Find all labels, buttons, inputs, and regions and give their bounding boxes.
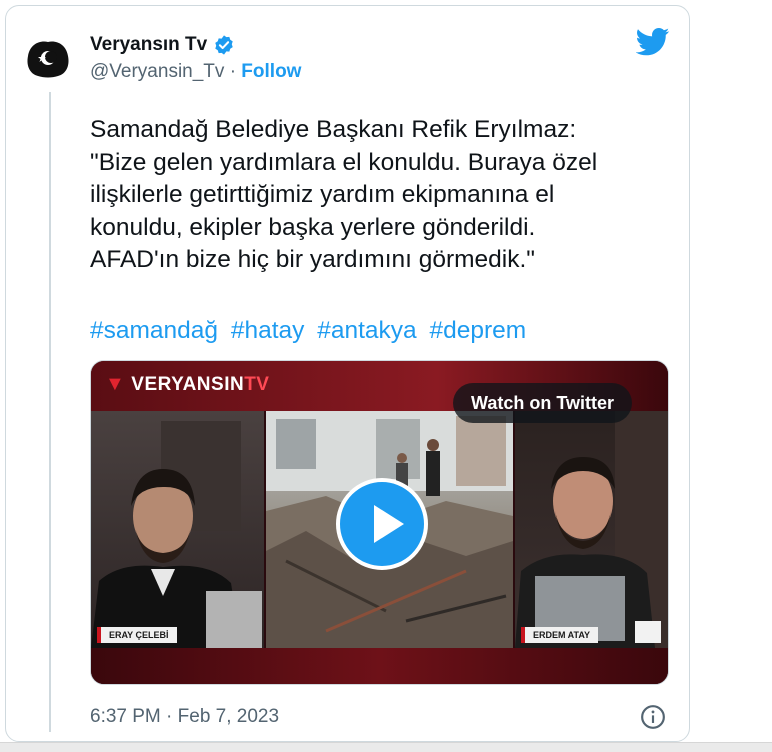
hashtag-link[interactable]: #hatay: [231, 317, 305, 344]
video-footer: [91, 648, 668, 684]
tweet-text: Samandağ Belediye Başkanı Refik Eryılmaz…: [90, 116, 598, 273]
host-figure-right: [515, 411, 668, 648]
thread-line: [49, 92, 51, 732]
logo-text: VERYANSINTV: [131, 373, 270, 395]
follow-button[interactable]: Follow: [241, 61, 301, 82]
tweet-card: Veryansın Tv @Veryansin_Tv · Follow Sama…: [5, 5, 690, 742]
info-icon[interactable]: [640, 704, 666, 730]
name-tag-left: ERAY ÇELEBİ: [97, 627, 177, 643]
hashtag-link[interactable]: #samandağ: [90, 317, 218, 344]
channel-logo: ▼ VERYANSINTV: [105, 373, 269, 396]
verified-badge-icon: [215, 35, 233, 55]
hashtag-link[interactable]: #antakya: [317, 317, 416, 344]
separator: ·: [229, 61, 237, 82]
video-thumbnail[interactable]: ▼ VERYANSINTV ERAY ÇELEBİ ERDEM ATAY Wat…: [90, 360, 669, 685]
tweet-timestamp[interactable]: 6:37 PM · Feb 7, 2023: [90, 706, 279, 728]
author-name-row[interactable]: Veryansın Tv: [90, 34, 235, 56]
handle-row: @Veryansin_Tv · Follow: [90, 61, 301, 83]
twitter-bird-icon[interactable]: [636, 28, 670, 56]
avatar[interactable]: [24, 34, 72, 82]
author-name[interactable]: Veryansın Tv: [90, 34, 207, 56]
hashtag-row: #samandağ #hatay #antakya #deprem: [90, 315, 532, 347]
logo-mark-icon: ▼: [105, 373, 126, 395]
host-figure-left: [91, 421, 262, 648]
watch-on-twitter-button[interactable]: Watch on Twitter: [453, 383, 632, 423]
video-panel-left: [91, 411, 264, 648]
author-handle[interactable]: @Veryansin_Tv: [90, 61, 224, 82]
avatar-logo: [27, 41, 69, 78]
video-panel-right: [515, 411, 668, 648]
name-tag-right: ERDEM ATAY: [521, 627, 599, 643]
play-icon[interactable]: [336, 478, 428, 570]
hashtag-link[interactable]: #deprem: [429, 317, 526, 344]
